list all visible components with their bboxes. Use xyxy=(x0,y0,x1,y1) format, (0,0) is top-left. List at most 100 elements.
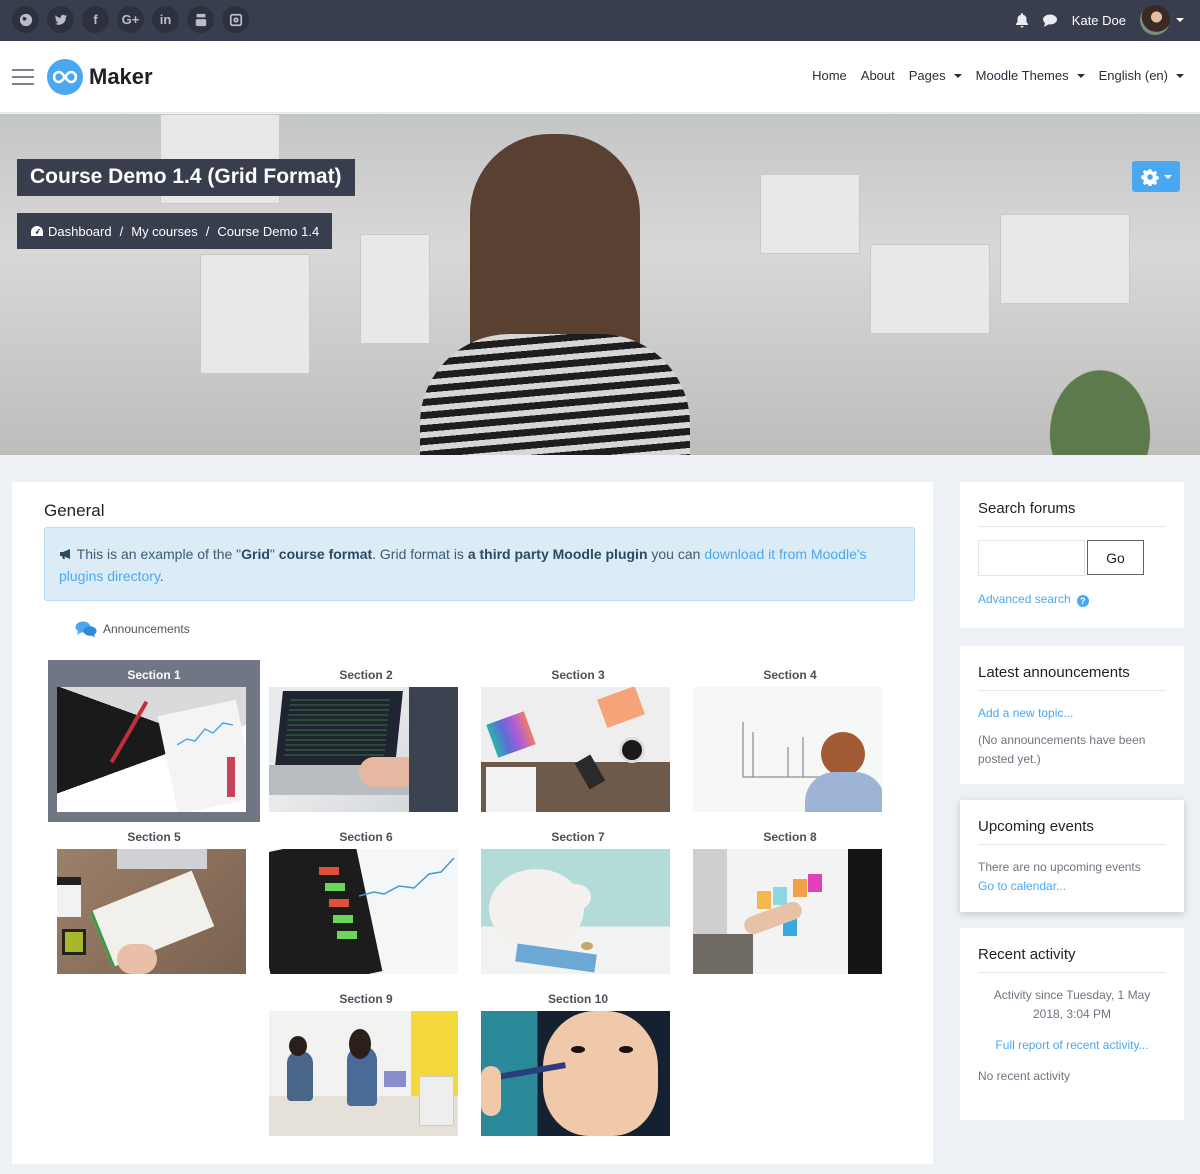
nav-home[interactable]: Home xyxy=(812,68,847,83)
search-forums-block: Search forums Go Advanced search? xyxy=(960,482,1184,628)
chevron-down-icon xyxy=(1076,73,1085,78)
instagram-icon[interactable] xyxy=(222,6,249,33)
nav-about[interactable]: About xyxy=(861,68,895,83)
course-content: General This is an example of the "Grid"… xyxy=(12,482,933,1164)
section-label: Section 5 xyxy=(127,830,181,844)
alert-text: This is an example of the " xyxy=(76,546,242,562)
dashboard-icon xyxy=(31,226,43,236)
youtube-icon[interactable] xyxy=(187,6,214,33)
brand-name: Maker xyxy=(89,64,153,89)
upcoming-events-block: Upcoming events There are no upcoming ev… xyxy=(960,800,1184,912)
activity-since-text: Activity since Tuesday, 1 May 2018, 3:04… xyxy=(993,988,1151,1021)
social-links: f G+ in xyxy=(12,6,249,33)
nav-moodle-themes[interactable]: Moodle Themes xyxy=(976,68,1085,83)
section-tile-5[interactable]: Section 5 xyxy=(48,822,260,984)
twitter-icon[interactable] xyxy=(47,6,74,33)
section-label: Section 10 xyxy=(547,992,609,1006)
nav-language[interactable]: English (en) xyxy=(1099,68,1184,83)
banner-poster xyxy=(870,244,990,334)
section-tile-8[interactable]: Section 8 xyxy=(684,822,896,984)
section-label: Section 1 xyxy=(127,668,181,682)
section-image-laptop-code xyxy=(269,687,458,812)
section-image-makeup-brush xyxy=(481,1011,670,1136)
alert-bold: a third party Moodle plugin xyxy=(467,546,648,562)
forum-search-input[interactable] xyxy=(978,540,1085,576)
section-label: Section 8 xyxy=(763,830,817,844)
no-announcements-text: (No announcements have been posted yet.) xyxy=(978,733,1146,766)
section-tile-3[interactable]: Section 3 xyxy=(472,660,684,822)
top-bar: f G+ in Kate Doe xyxy=(0,0,1200,41)
user-menu-caret-icon[interactable] xyxy=(1176,18,1184,22)
nav-moodle-themes-label: Moodle Themes xyxy=(975,68,1069,83)
google-plus-icon[interactable]: G+ xyxy=(117,6,144,33)
section-image-laptop-charts xyxy=(57,687,246,812)
hamburger-menu-icon[interactable] xyxy=(12,69,34,85)
linkedin-icon[interactable]: in xyxy=(152,6,179,33)
section-image-office-desks xyxy=(269,1011,458,1136)
navbar: Maker Home About Pages Moodle Themes Eng… xyxy=(0,41,1200,113)
banner-poster xyxy=(200,254,310,374)
section-label: Section 3 xyxy=(551,668,605,682)
page-title: Course Demo 1.4 (Grid Format) xyxy=(30,165,342,188)
breadcrumb-dashboard[interactable]: Dashboard xyxy=(48,224,112,239)
banner-poster xyxy=(760,174,860,254)
section-label: Section 7 xyxy=(551,830,605,844)
no-events-text: There are no upcoming events xyxy=(978,860,1141,874)
advanced-search-link[interactable]: Advanced search xyxy=(978,592,1071,606)
chevron-down-icon xyxy=(1163,174,1172,179)
section-image-stock-phone xyxy=(269,849,458,974)
alert-text: you can xyxy=(647,546,705,562)
globe-icon[interactable] xyxy=(12,6,39,33)
search-go-button[interactable]: Go xyxy=(1087,540,1144,575)
alert-bold: Grid xyxy=(241,546,270,562)
announcements-label: Announcements xyxy=(103,622,190,636)
block-title: Recent activity xyxy=(978,928,1166,973)
section-tile-4[interactable]: Section 4 xyxy=(684,660,896,822)
notifications-bell-icon[interactable] xyxy=(1014,12,1030,28)
brand-logo[interactable]: Maker xyxy=(47,59,153,95)
announcements-forum-link[interactable]: Announcements xyxy=(75,620,190,638)
section-image-notebook-writing xyxy=(57,849,246,974)
banner-poster xyxy=(1000,214,1130,304)
nav-language-label: English (en) xyxy=(1098,68,1168,83)
nav-pages-label: Pages xyxy=(908,68,946,83)
add-new-topic-link[interactable]: Add a new topic... xyxy=(978,706,1073,720)
breadcrumb-separator: / xyxy=(205,223,210,239)
section-label: Section 6 xyxy=(339,830,393,844)
nav-pages[interactable]: Pages xyxy=(909,68,962,83)
recent-activity-block: Recent activity Activity since Tuesday, … xyxy=(960,928,1184,1120)
course-settings-button[interactable] xyxy=(1132,161,1180,192)
alert-text: . xyxy=(159,568,164,584)
main-menu: Home About Pages Moodle Themes English (… xyxy=(812,68,1184,83)
help-question-icon[interactable]: ? xyxy=(1076,595,1089,607)
section-tile-1[interactable]: Section 1 xyxy=(48,660,260,822)
forum-chat-icon xyxy=(75,621,97,638)
breadcrumb-my-courses[interactable]: My courses xyxy=(131,224,197,239)
breadcrumb-separator: / xyxy=(119,223,124,239)
messages-chat-icon[interactable] xyxy=(1042,12,1058,28)
section-tile-6[interactable]: Section 6 xyxy=(260,822,472,984)
section-image-sticky-notes xyxy=(693,849,882,974)
course-header-banner: Course Demo 1.4 (Grid Format) Dashboard … xyxy=(0,114,1200,455)
section-image-piggy-bank xyxy=(481,849,670,974)
facebook-icon[interactable]: f xyxy=(82,6,109,33)
section-label: Section 2 xyxy=(339,668,393,682)
section-tile-2[interactable]: Section 2 xyxy=(260,660,472,822)
no-recent-activity-text: No recent activity xyxy=(978,1069,1071,1083)
section-image-design-desk xyxy=(481,687,670,812)
user-area: Kate Doe xyxy=(1014,5,1184,35)
user-avatar[interactable] xyxy=(1140,5,1170,35)
section-tile-9[interactable]: Section 9 xyxy=(260,984,472,1146)
go-to-calendar-link[interactable]: Go to calendar... xyxy=(978,879,1066,893)
infinity-logo-icon xyxy=(47,59,83,95)
page-title-box: Course Demo 1.4 (Grid Format) xyxy=(17,159,355,196)
user-name[interactable]: Kate Doe xyxy=(1072,13,1126,28)
section-image-whiteboard-man xyxy=(693,687,882,812)
section-tile-10[interactable]: Section 10 xyxy=(472,984,684,1146)
full-report-link[interactable]: Full report of recent activity... xyxy=(995,1038,1148,1052)
section-tile-7[interactable]: Section 7 xyxy=(472,822,684,984)
block-title: Search forums xyxy=(978,482,1166,527)
gear-icon xyxy=(1140,168,1159,186)
info-alert: This is an example of the "Grid" course … xyxy=(44,527,915,601)
breadcrumb-course[interactable]: Course Demo 1.4 xyxy=(217,224,319,239)
